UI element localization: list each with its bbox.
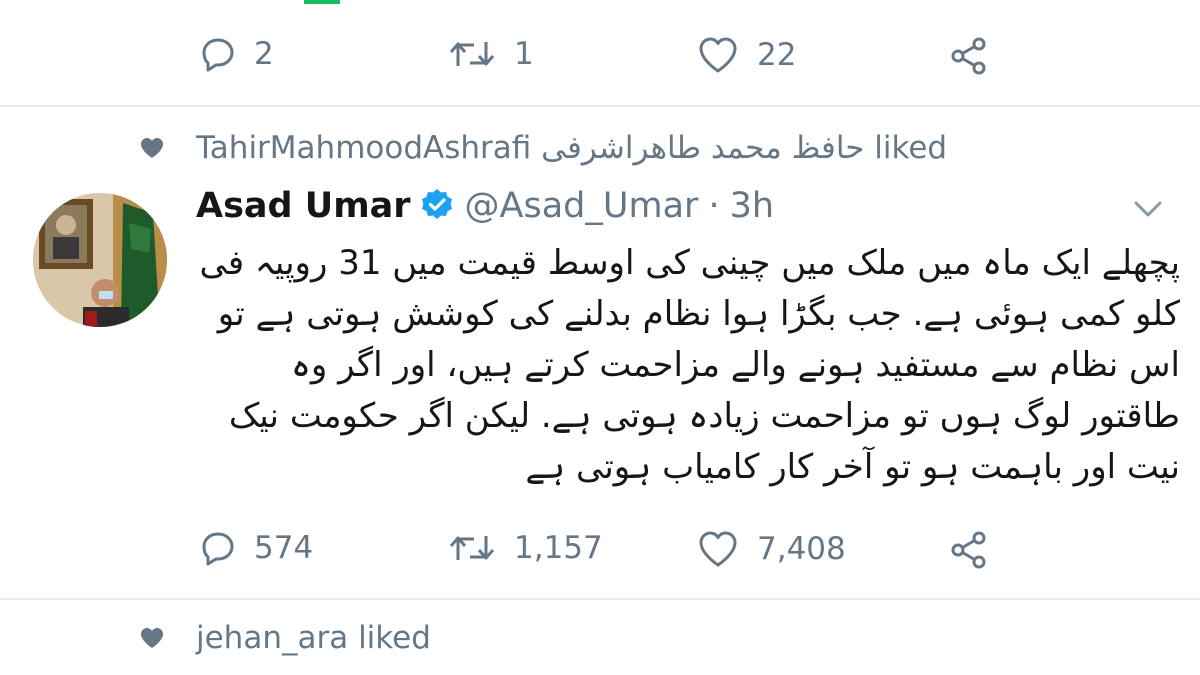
tweet-author-line: Asad Umar @Asad_Umar · 3h	[196, 186, 774, 226]
retweet-button[interactable]: 1,157	[448, 530, 603, 566]
tweet-divider	[0, 105, 1200, 107]
reply-icon	[202, 38, 234, 72]
avatar-image	[33, 193, 167, 327]
retweet-count: 1	[514, 36, 534, 72]
separator-dot: ·	[708, 186, 720, 226]
reply-count: 574	[254, 530, 314, 566]
like-button[interactable]: 22	[697, 36, 796, 74]
share-icon	[951, 37, 986, 75]
tweet-divider	[0, 598, 1200, 600]
like-count: 7,408	[757, 531, 846, 567]
tweet-text: پچھلے ایک ماہ میں ملک میں چینی کی اوسط ق…	[199, 243, 1181, 487]
social-context-liked: TahirMahmoodAshrafi حافظ محمد طاھراشرفی …	[140, 130, 947, 166]
reply-count: 2	[254, 36, 274, 72]
like-button[interactable]: 7,408	[697, 530, 846, 568]
social-context-text: jehan_ara liked	[196, 620, 431, 656]
reply-button[interactable]: 2	[200, 36, 274, 72]
heart-icon	[699, 37, 737, 73]
author-name[interactable]: Asad Umar	[196, 186, 411, 226]
media-edge	[304, 0, 340, 4]
heart-icon	[141, 628, 163, 648]
like-count: 22	[757, 37, 797, 73]
retweet-count: 1,157	[514, 530, 603, 566]
reply-button[interactable]: 574	[200, 530, 313, 566]
reply-icon	[202, 532, 234, 566]
social-context-text: TahirMahmoodAshrafi حافظ محمد طاھراشرفی …	[196, 130, 948, 166]
share-icon	[951, 531, 986, 569]
tweet-timestamp[interactable]: 3h	[730, 186, 774, 226]
heart-icon	[141, 138, 163, 158]
avatar[interactable]	[33, 193, 167, 327]
retweet-button[interactable]: 1	[448, 36, 534, 72]
retweet-icon	[449, 42, 495, 66]
retweet-icon	[449, 536, 495, 560]
share-button[interactable]	[949, 36, 989, 76]
heart-icon	[699, 531, 737, 567]
social-context-liked: jehan_ara liked	[140, 620, 431, 656]
author-handle[interactable]: @Asad_Umar	[465, 186, 699, 226]
share-button[interactable]	[949, 530, 989, 570]
chevron-down-icon[interactable]	[1133, 200, 1163, 222]
verified-badge-icon	[421, 188, 453, 224]
